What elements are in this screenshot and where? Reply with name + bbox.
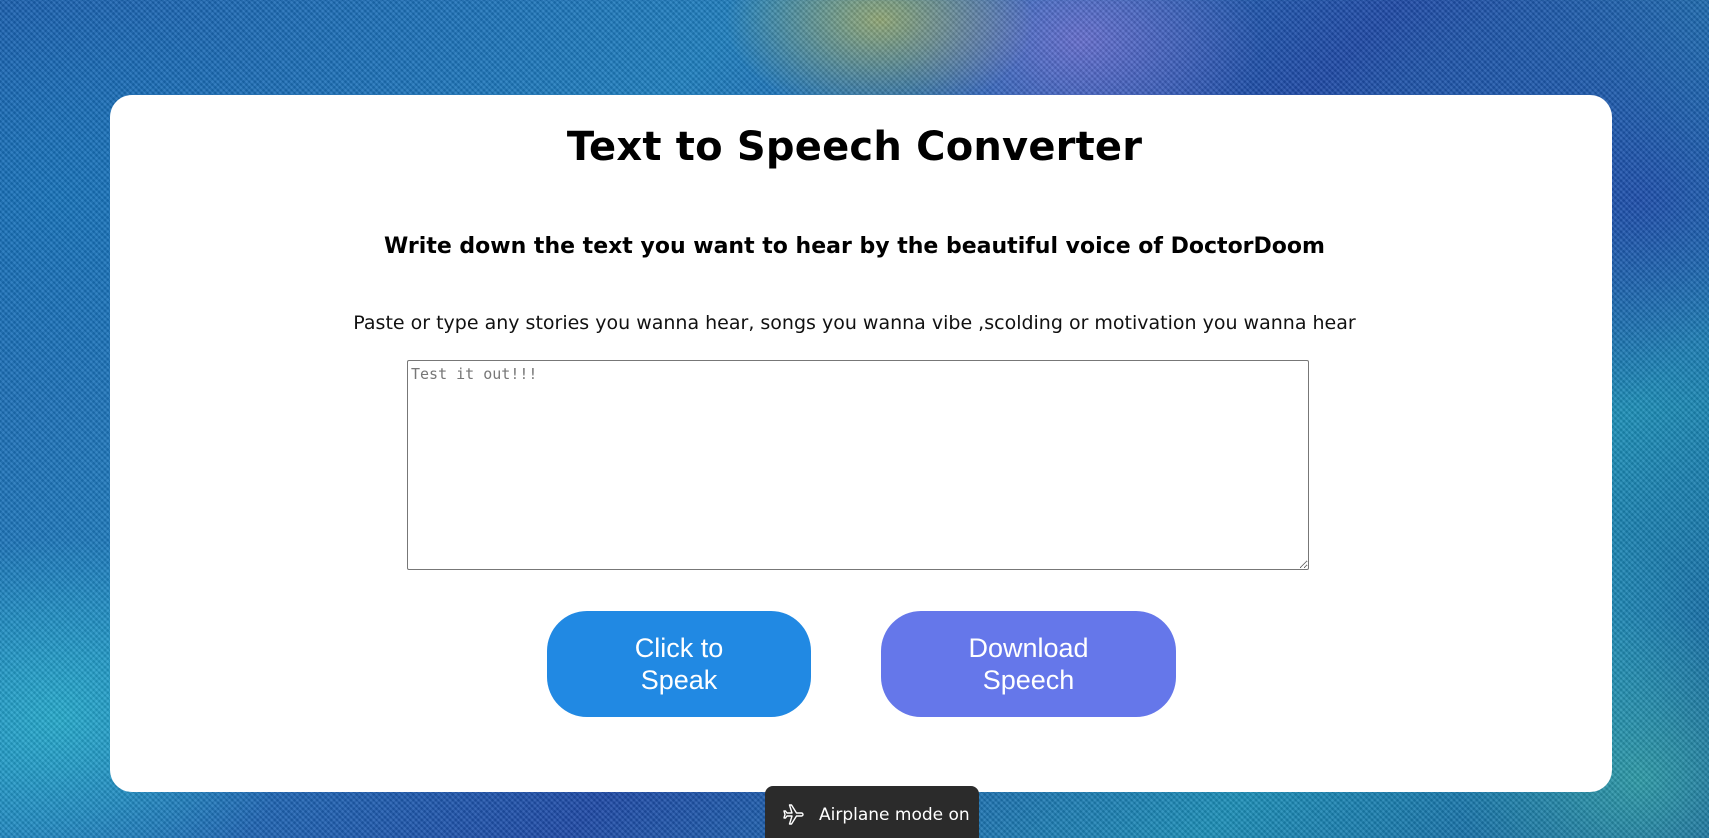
page-subtitle: Write down the text you want to hear by … (384, 234, 1325, 259)
instructions-text: Paste or type any stories you wanna hear… (353, 312, 1356, 334)
speak-button[interactable]: Click to Speak (547, 611, 811, 717)
airplane-mode-toast: Airplane mode on (765, 786, 979, 838)
download-button-label-line1: Download (968, 633, 1089, 663)
download-speech-button[interactable]: Download Speech (881, 611, 1176, 717)
airplane-icon (783, 804, 804, 825)
download-button-label-line2: Speech (982, 665, 1075, 695)
text-input[interactable] (407, 360, 1309, 570)
toast-text: Airplane mode on (819, 805, 970, 825)
page-title: Text to Speech Converter (566, 124, 1143, 170)
speak-button-label-line1: Click to (634, 633, 724, 663)
speak-button-label-line2: Speak (640, 665, 718, 695)
